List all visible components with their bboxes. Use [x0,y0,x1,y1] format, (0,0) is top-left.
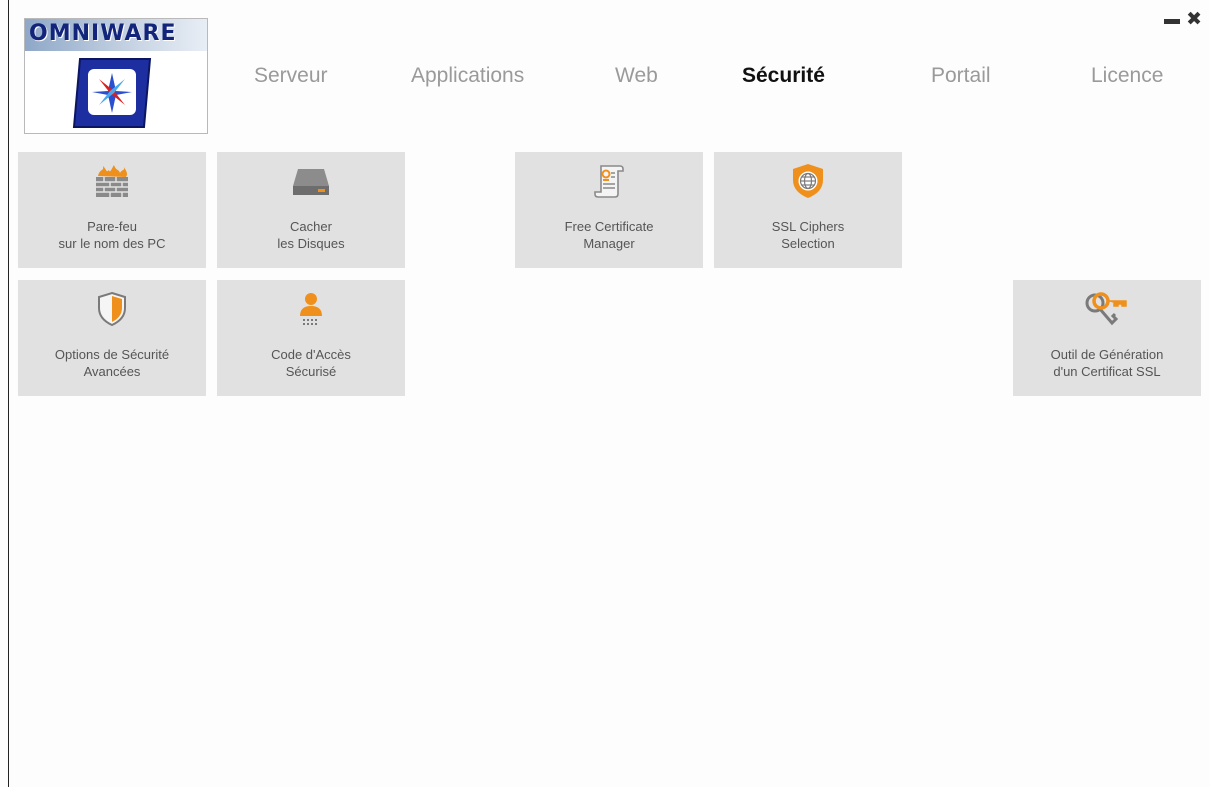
tile-ssl-certificate-generator[interactable]: Outil de Génération d'un Certificat SSL [1013,280,1201,396]
tile-advanced-security-options[interactable]: Options de Sécurité Avancées [18,280,206,396]
tile-hide-drives-label: Cacher les Disques [277,219,345,251]
hard-drive-icon [293,169,329,195]
tile-ssl-ciphers-selection-label: SSL Ciphers Selection [771,219,845,251]
tab-portail[interactable]: Portail [931,64,991,88]
omniware-logo: OMNIWARE [24,18,208,134]
certificate-icon [594,165,624,198]
tab-web[interactable]: Web [615,64,658,88]
firewall-icon [96,165,128,197]
tab-serveur[interactable]: Serveur [254,64,328,88]
logo-text: OMNIWARE [29,21,177,46]
tile-advanced-security-options-label: Options de Sécurité Avancées [54,347,170,379]
close-button[interactable]: ✖ [1186,8,1202,30]
tile-firewall[interactable]: Pare-feu sur le nom des PC [18,152,206,268]
tile-secure-access-code[interactable]: Code d'Accès Sécurisé [217,280,405,396]
tile-ssl-certificate-generator-label: Outil de Génération d'un Certificat SSL [1050,347,1164,379]
compass-logo-icon [72,58,152,128]
tab-securite[interactable]: Sécurité [742,64,825,88]
shield-icon [98,291,126,327]
tab-licence[interactable]: Licence [1091,64,1163,88]
tile-secure-access-code-label: Code d'Accès Sécurisé [271,347,351,379]
tile-ssl-ciphers-selection[interactable]: SSL Ciphers Selection [714,152,902,268]
window-left-border [8,0,9,787]
tile-free-certificate-manager[interactable]: Free Certificate Manager [515,152,703,268]
shield-globe-icon [793,164,823,198]
user-keypad-icon [300,293,322,325]
tile-firewall-label: Pare-feu sur le nom des PC [58,219,166,251]
keys-icon [1085,292,1127,326]
tile-free-certificate-manager-label: Free Certificate Manager [564,219,654,251]
minimize-button[interactable] [1164,19,1181,24]
tile-hide-drives[interactable]: Cacher les Disques [217,152,405,268]
tab-applications[interactable]: Applications [411,64,524,88]
window-controls: ✖ [1164,8,1202,30]
